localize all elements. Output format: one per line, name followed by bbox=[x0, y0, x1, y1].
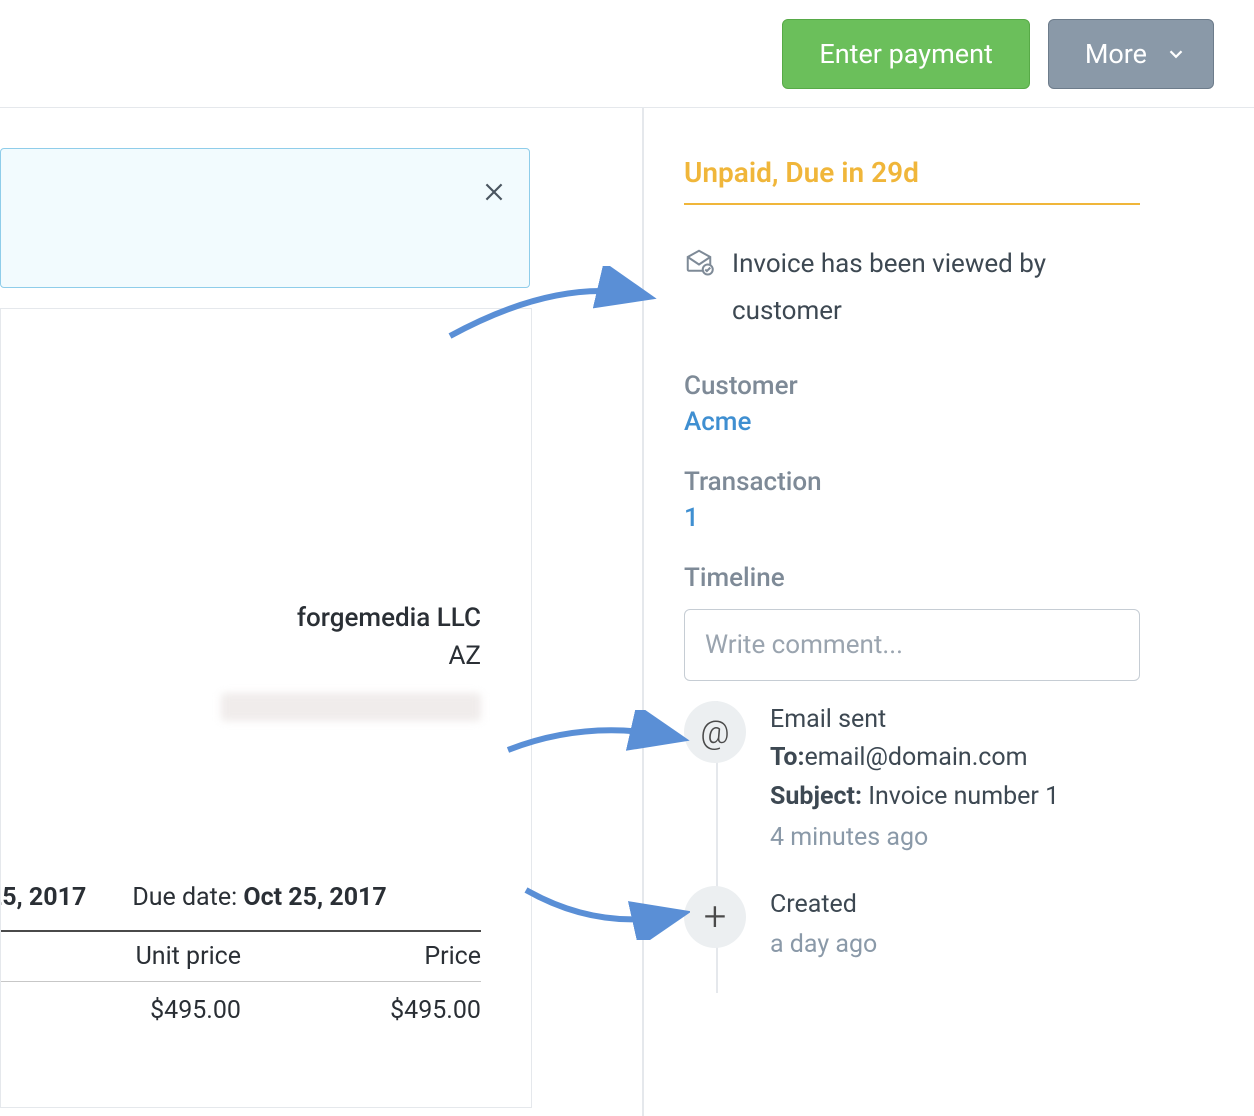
from-location: AZ bbox=[1, 638, 481, 676]
timeline-item: + Created a day ago bbox=[684, 886, 1206, 994]
more-label: More bbox=[1085, 38, 1147, 70]
invoice-card: dia forgemedia LLC AZ te: Sep 25, 2017 D… bbox=[0, 308, 532, 1108]
timeline-label: Timeline bbox=[684, 563, 1206, 593]
close-icon[interactable] bbox=[481, 179, 507, 205]
details-panel: Unpaid, Due in 29d Invoice has been view… bbox=[642, 108, 1254, 1116]
due-date-value: Oct 25, 2017 bbox=[243, 883, 386, 912]
customer-label: Customer bbox=[684, 371, 1206, 401]
redacted-line bbox=[221, 693, 481, 721]
subject-value: Invoice number 1 bbox=[868, 782, 1059, 811]
comment-input[interactable] bbox=[684, 609, 1140, 681]
timeline-item: @ Email sent To:email@domain.com Subject… bbox=[684, 701, 1206, 886]
date-value: Sep 25, 2017 bbox=[0, 883, 86, 912]
due-date-label: Due date: bbox=[132, 883, 237, 912]
plus-icon: + bbox=[684, 886, 746, 948]
from-block: forgemedia LLC AZ bbox=[1, 600, 481, 733]
col-unit-price: Unit price bbox=[0, 942, 281, 971]
line-item-row: $495.00 $495.00 bbox=[0, 982, 481, 1039]
col-price: Price bbox=[281, 942, 481, 971]
timeline-time: a day ago bbox=[770, 926, 877, 965]
enter-payment-button[interactable]: Enter payment bbox=[782, 19, 1029, 89]
more-button[interactable]: More bbox=[1048, 19, 1214, 89]
invoice-dates: te: Sep 25, 2017 Due date: Oct 25, 2017 bbox=[0, 883, 481, 912]
info-box bbox=[0, 148, 530, 288]
transaction-label: Transaction bbox=[684, 467, 1206, 497]
enter-payment-label: Enter payment bbox=[819, 38, 992, 70]
timeline-time: 4 minutes ago bbox=[770, 819, 1059, 858]
transaction-link[interactable]: 1 bbox=[684, 503, 699, 533]
viewed-notice: Invoice has been viewed by customer bbox=[684, 241, 1124, 335]
company-logo: dia bbox=[0, 349, 481, 440]
customer-link[interactable]: Acme bbox=[684, 407, 751, 437]
invoice-status: Unpaid, Due in 29d bbox=[684, 156, 1140, 205]
row-unit-price: $495.00 bbox=[0, 996, 281, 1025]
timeline: @ Email sent To:email@domain.com Subject… bbox=[684, 701, 1206, 994]
to-label: To: bbox=[770, 743, 805, 772]
invoice-preview-pane: dia forgemedia LLC AZ te: Sep 25, 2017 D… bbox=[0, 108, 642, 1116]
subject-label: Subject: bbox=[770, 782, 862, 811]
mail-viewed-icon bbox=[684, 247, 714, 277]
viewed-text: Invoice has been viewed by customer bbox=[732, 241, 1124, 335]
timeline-title: Created bbox=[770, 886, 877, 925]
timeline-title: Email sent bbox=[770, 701, 1059, 740]
row-price: $495.00 bbox=[281, 996, 481, 1025]
to-value: email@domain.com bbox=[805, 743, 1028, 772]
at-icon: @ bbox=[684, 701, 746, 763]
line-items-header: Unit price Price bbox=[0, 930, 481, 982]
from-name: forgemedia LLC bbox=[1, 600, 481, 638]
chevron-down-icon bbox=[1165, 43, 1187, 65]
top-toolbar: Enter payment More bbox=[0, 0, 1254, 108]
